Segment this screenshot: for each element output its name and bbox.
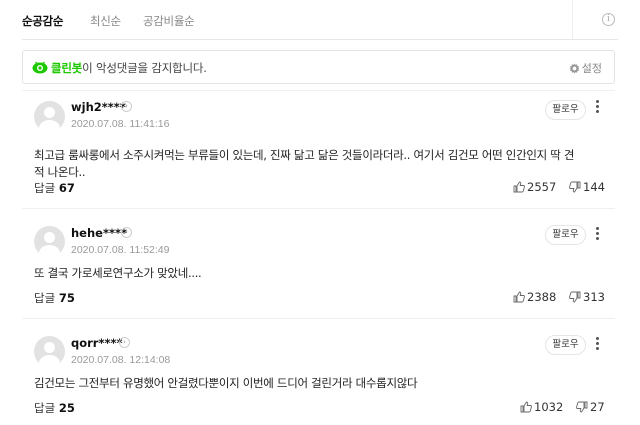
like-button[interactable]: 1032 (520, 400, 563, 414)
reply-count: 25 (58, 401, 75, 415)
avatar[interactable] (34, 336, 65, 367)
avatar[interactable] (34, 226, 65, 257)
cleanbot-brand[interactable]: 클린봇 (51, 61, 82, 75)
reply-label: 답글 (34, 401, 56, 415)
dislike-count: 144 (583, 180, 605, 194)
thumbs-up-icon (520, 401, 532, 413)
dislike-button[interactable]: 27 (576, 400, 605, 414)
chevron-right-icon[interactable]: › (121, 227, 132, 238)
more-options-icon[interactable] (594, 226, 600, 242)
cleanbot-eye-icon (32, 61, 48, 74)
thumbs-down-icon (569, 181, 581, 193)
thumbs-down-icon (569, 291, 581, 303)
like-count: 1032 (534, 400, 564, 414)
comment-nickname[interactable]: qorr**** (71, 336, 123, 350)
reply-button[interactable]: 답글 75 (34, 290, 75, 306)
comment-nickname[interactable]: wjh2**** (71, 100, 126, 114)
chevron-right-icon[interactable]: › (119, 337, 130, 348)
reply-count: 67 (58, 181, 75, 195)
dislike-button[interactable]: 144 (569, 180, 605, 194)
settings-label: 설정 (581, 62, 602, 75)
follow-button[interactable]: 팔로우 (545, 225, 586, 245)
comment-date: 2020.07.08. 11:41:16 (71, 118, 170, 130)
comment-text: 김건모는 그전부터 유명했어 안걸렸다뿐이지 이번에 드디어 걸린거라 대수롭지… (34, 376, 418, 390)
reply-button[interactable]: 답글 25 (34, 400, 75, 416)
gear-icon (569, 63, 580, 74)
more-options-icon[interactable] (594, 336, 600, 352)
thumbs-up-icon (513, 291, 525, 303)
reply-label: 답글 (34, 291, 56, 305)
tab-divider (572, 0, 573, 40)
tab-popular[interactable]: 순공감순 (22, 13, 63, 29)
comment-date: 2020.07.08. 12:14:08 (71, 354, 171, 366)
dislike-count: 27 (590, 400, 605, 414)
comment-item: qorr**** › 2020.07.08. 12:14:08 팔로우 김건모는… (22, 318, 615, 425)
comment-text: 최고급 룸싸롱에서 소주시켜먹는 부류들이 있는데, 진짜 닮고 닮은 것들이라… (34, 148, 575, 179)
sort-tabs: 순공감순 최신순 공감비율순 i (22, 0, 618, 40)
comment-item: wjh2**** › 2020.07.08. 11:41:16 팔로우 최고급 … (22, 90, 615, 208)
like-count: 2557 (527, 180, 557, 194)
cleanbot-banner: 클린봇이 악성댓글을 감지합니다. 설정 (22, 50, 615, 84)
avatar[interactable] (34, 101, 65, 132)
info-icon[interactable]: i (602, 13, 615, 26)
reply-button[interactable]: 답글 67 (34, 180, 75, 196)
comment-text: 또 결국 가로세로연구소가 맞았네.... (34, 266, 202, 280)
reply-count: 75 (58, 291, 75, 305)
comment-date: 2020.07.08. 11:52:49 (71, 244, 170, 256)
thumbs-up-icon (513, 181, 525, 193)
cleanbot-settings-button[interactable]: 설정 (569, 60, 602, 76)
tab-latest[interactable]: 최신순 (90, 13, 121, 29)
cleanbot-message-text: 이 악성댓글을 감지합니다. (82, 61, 207, 75)
chevron-right-icon[interactable]: › (121, 101, 132, 112)
thumbs-down-icon (576, 401, 588, 413)
more-options-icon[interactable] (594, 99, 600, 115)
like-button[interactable]: 2388 (513, 290, 556, 304)
like-count: 2388 (527, 290, 557, 304)
follow-button[interactable]: 팔로우 (545, 100, 586, 120)
comment-nickname[interactable]: hehe**** (71, 226, 127, 240)
dislike-count: 313 (583, 290, 605, 304)
dislike-button[interactable]: 313 (569, 290, 605, 304)
like-button[interactable]: 2557 (513, 180, 556, 194)
tab-like-ratio[interactable]: 공감비율순 (143, 13, 195, 29)
reply-label: 답글 (34, 181, 56, 195)
follow-button[interactable]: 팔로우 (545, 335, 586, 355)
comment-item: hehe**** › 2020.07.08. 11:52:49 팔로우 또 결국… (22, 208, 615, 318)
cleanbot-message: 클린봇이 악성댓글을 감지합니다. (51, 60, 207, 76)
